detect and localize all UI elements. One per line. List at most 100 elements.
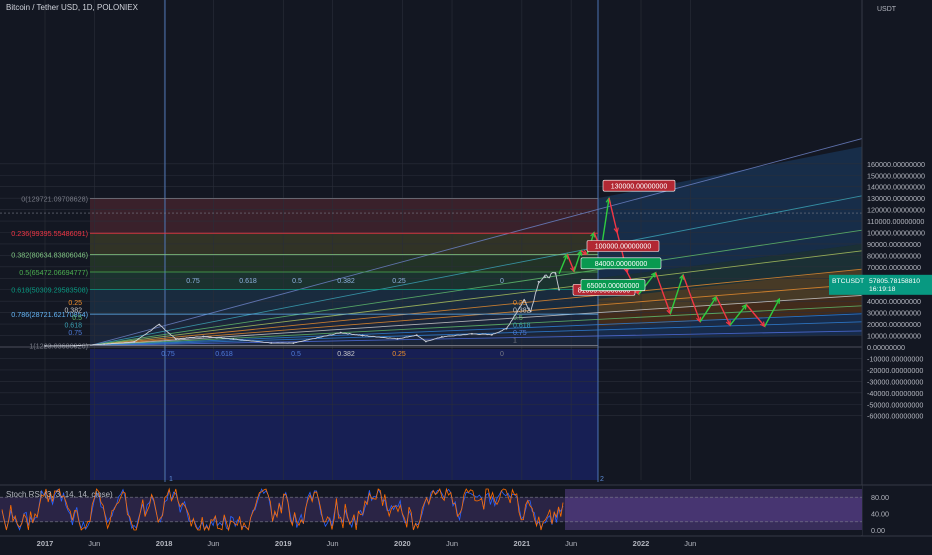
price-tick-label: 70000.00000000 xyxy=(867,263,921,272)
fib-level-label: 0.382(80634.83806046) xyxy=(11,251,88,260)
time-tick-label: Jun xyxy=(207,539,219,548)
fan-ratio-label-left: 0.618 xyxy=(64,323,82,330)
fan-ratio-label-top: 0 xyxy=(500,278,504,285)
price-tick-label: 100000.00000000 xyxy=(867,229,925,238)
price-point xyxy=(270,342,273,344)
price-point xyxy=(44,344,46,347)
fan-ratio-label-bottom: 0.382 xyxy=(337,351,355,358)
fan-ratio-label-left: 0.75 xyxy=(68,330,82,337)
price-point xyxy=(339,331,342,334)
fan-ratio-label-bottom: 0 xyxy=(500,351,504,358)
time-tick-label: Jun xyxy=(88,539,100,548)
price-tick-label: 40000.00000000 xyxy=(867,297,921,306)
fan-ratio-label-top: 0.618 xyxy=(239,278,257,285)
time-tick-label: 2020 xyxy=(394,539,411,548)
rsi-tick-label: 40.00 xyxy=(871,510,889,519)
price-point xyxy=(544,276,546,279)
time-tick-label: Jun xyxy=(684,539,696,548)
price-point xyxy=(425,340,427,343)
time-tick-label: Jun xyxy=(446,539,458,548)
fan-ratio-label-bottom: 0.75 xyxy=(161,351,175,358)
price-point xyxy=(73,344,76,347)
price-point xyxy=(523,299,526,301)
price-tick-label: -60000.00000000 xyxy=(867,412,923,421)
price-point xyxy=(554,272,557,275)
price-tick-label: 160000.00000000 xyxy=(867,160,925,169)
price-tick-label: 30000.00000000 xyxy=(867,309,921,318)
symbol-title[interactable]: Bitcoin / Tether USD, 1D, POLONIEX xyxy=(6,3,138,12)
price-point xyxy=(133,341,136,343)
target-label: 130000.00000000 xyxy=(611,183,668,190)
rsi-future-zone xyxy=(565,489,862,530)
price-tick-label: -30000.00000000 xyxy=(867,377,923,386)
fan-ratio-label-top: 0.5 xyxy=(292,278,302,285)
time-tick-label: 2022 xyxy=(633,539,650,548)
price-tick-label: 150000.00000000 xyxy=(867,171,925,180)
price-tick-label: 80000.00000000 xyxy=(867,251,921,260)
fan-ratio-label-right: 0.75 xyxy=(513,330,527,337)
time-tick-label: 2017 xyxy=(37,539,54,548)
fan-ratio-label-left: 0.25 xyxy=(68,300,82,307)
target-label: 100000.00000000 xyxy=(595,244,652,251)
time-tick-label: 2019 xyxy=(275,539,292,548)
price-point xyxy=(505,327,508,330)
time-tick-label: 2021 xyxy=(514,539,531,548)
price-tick-label: -10000.00000000 xyxy=(867,354,923,363)
price-tick-label: 20000.00000000 xyxy=(867,320,921,329)
price-tick-label: -20000.00000000 xyxy=(867,366,923,375)
price-tick-label: 0.00000000 xyxy=(867,343,905,352)
price-point xyxy=(415,334,418,337)
price-tick-label: 120000.00000000 xyxy=(867,206,925,215)
last-price-value: 57805.78158810 xyxy=(869,278,920,285)
last-price-symbol: BTCUSDT xyxy=(832,278,864,285)
time-tick-label: 2018 xyxy=(156,539,173,548)
time-tick-label: Jun xyxy=(565,539,577,548)
target-label: 84000.00000000 xyxy=(595,261,648,268)
price-point xyxy=(558,288,560,291)
price-point xyxy=(396,337,399,340)
price-tick-label: -50000.00000000 xyxy=(867,400,923,409)
price-point xyxy=(103,343,105,346)
fan-ratio-label-right: 0.618 xyxy=(513,323,531,330)
price-point xyxy=(232,338,235,340)
last-price-countdown: 16:19:18 xyxy=(869,286,896,293)
indicator-name[interactable]: Stoch RSI (3, 3, 14, 14, close) xyxy=(6,490,113,499)
price-point xyxy=(202,335,205,338)
price-tick-label: 10000.00000000 xyxy=(867,332,921,341)
price-point xyxy=(361,334,364,337)
price-point xyxy=(537,280,540,283)
price-tick-label: 140000.00000000 xyxy=(867,183,925,192)
price-tick-label: -40000.00000000 xyxy=(867,389,923,398)
fan-ratio-label-left: 0.382 xyxy=(64,308,82,315)
vertical-marker-label: 2 xyxy=(600,476,604,483)
fan-ratio-label-left: 0.5 xyxy=(72,315,82,322)
price-point xyxy=(529,310,532,313)
price-chart[interactable]: 0(129721.09708628) 0.236(99395.55486091) 0… xyxy=(0,0,932,550)
fib-level-label: 0.236(99395.55486091) xyxy=(11,229,88,238)
price-point xyxy=(158,323,161,326)
price-point xyxy=(292,342,295,345)
vertical-marker-label: 1 xyxy=(169,476,173,483)
fan-ratio-label-bottom: 0.5 xyxy=(291,351,301,358)
target-label: 65000.00000000 xyxy=(587,283,640,290)
fib-level-label: 0(129721.09708628) xyxy=(21,194,88,203)
currency-label: USDT xyxy=(877,6,897,13)
fan-ratio-label-bottom: 0.618 xyxy=(215,351,233,358)
fan-ratio-label-right: 1 xyxy=(513,338,517,345)
price-tick-label: 90000.00000000 xyxy=(867,240,921,249)
chart-root[interactable]: 0(129721.09708628) 0.236(99395.55486091) 0… xyxy=(0,0,932,550)
price-tick-label: 130000.00000000 xyxy=(867,194,925,203)
price-point xyxy=(471,332,473,335)
time-tick-label: Jun xyxy=(327,539,339,548)
fan-ratio-label-top: 0.75 xyxy=(186,278,200,285)
fan-ratio-label-top: 0.382 xyxy=(337,278,355,285)
fan-ratio-label-top: 0.25 xyxy=(392,278,406,285)
price-point xyxy=(440,336,443,338)
price-tick-label: 110000.00000000 xyxy=(867,217,924,226)
price-point xyxy=(174,338,177,340)
price-point xyxy=(490,333,493,336)
rsi-tick-label: 80.00 xyxy=(871,493,889,502)
fib-level-label: 0.5(65472.06694777) xyxy=(19,268,88,277)
rsi-tick-label: 0.00 xyxy=(871,526,885,535)
fib-level-label: 0.618(50309.29583508) xyxy=(11,285,88,294)
